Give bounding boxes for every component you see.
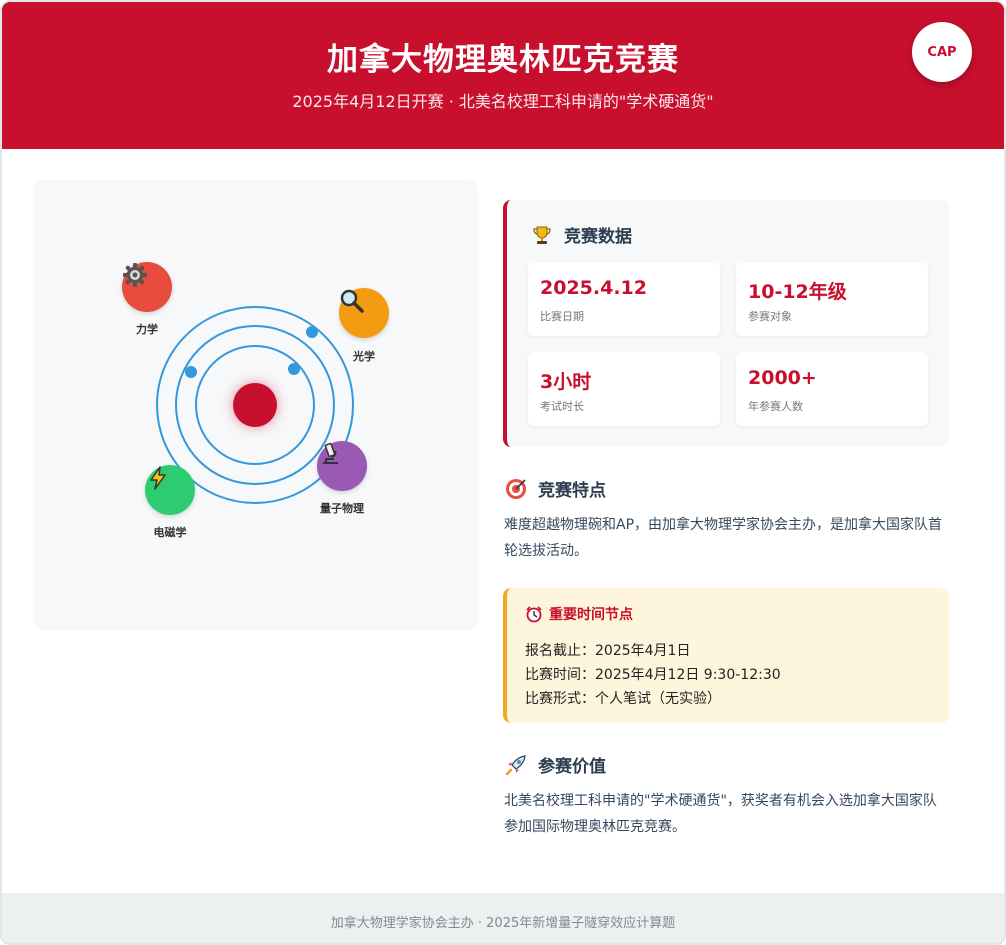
timeline-panel: 重要时间节点 报名截止：2025年4月1日 比赛时间：2025年4月12日 9:… xyxy=(503,588,949,723)
cap-logo-badge: CAP xyxy=(912,22,972,82)
stat-card-grade: 10-12年级 参赛对象 xyxy=(736,262,928,336)
electron xyxy=(288,363,300,375)
stat-value: 3小时 xyxy=(540,371,592,393)
electromagnetism-label: 电磁学 xyxy=(153,526,187,539)
timeline-row: 报名截止：2025年4月1日 xyxy=(525,643,691,659)
quantum-label: 量子物理 xyxy=(320,502,364,515)
nucleus xyxy=(233,383,277,427)
electron xyxy=(306,326,318,338)
microscope-icon xyxy=(323,442,338,464)
features-title: 竞赛特点 xyxy=(538,481,606,501)
page-frame: 加拿大物理奥林匹克竞赛 2025年4月12日开赛 · 北美名校理工科申请的"学术… xyxy=(0,0,1006,945)
stats-title: 竞赛数据 xyxy=(564,227,632,247)
page-subtitle: 2025年4月12日开赛 · 北美名校理工科申请的"学术硬通货" xyxy=(292,92,714,111)
magnifier-icon xyxy=(340,289,364,313)
optics-node xyxy=(339,288,389,338)
optics-label: 光学 xyxy=(353,350,375,363)
stat-value: 10-12年级 xyxy=(748,281,847,303)
mechanics-label: 力学 xyxy=(136,323,158,336)
trophy-icon xyxy=(530,223,554,247)
stat-label: 考试时长 xyxy=(540,400,584,413)
page-title: 加拿大物理奥林匹克竞赛 xyxy=(327,42,679,78)
value-text: 北美名校理工科申请的"学术硬通货"，获奖者有机会入选加拿大国家队参加国际物理奥林… xyxy=(504,793,937,835)
timeline-heading: 重要时间节点 xyxy=(525,604,633,624)
rocket-icon xyxy=(504,753,528,777)
value-title: 参赛价值 xyxy=(538,757,606,777)
stat-value: 2000+ xyxy=(748,367,817,389)
stat-label: 年参赛人数 xyxy=(748,400,803,413)
stat-value: 2025.4.12 xyxy=(540,277,647,299)
stat-label: 比赛日期 xyxy=(540,310,584,323)
gear-icon xyxy=(123,263,147,287)
electromagnetism-node xyxy=(145,465,195,515)
features-text: 难度超越物理碗和AP，由加拿大物理学家协会主办，是加拿大国家队首轮选拔活动。 xyxy=(504,517,943,559)
target-icon xyxy=(504,477,528,501)
physics-atom-diagram: 力学 光学 量子物理 电磁学 xyxy=(33,180,478,630)
atom-orbits xyxy=(156,306,354,504)
stat-card-duration: 3小时 考试时长 xyxy=(528,352,720,426)
stat-label: 参赛对象 xyxy=(748,310,792,323)
quantum-node xyxy=(317,441,367,491)
timeline-row: 比赛形式：个人笔试（无实验） xyxy=(525,691,721,707)
timeline-title: 重要时间节点 xyxy=(549,607,633,623)
competition-stats-panel: 竞赛数据 2025.4.12 比赛日期 10-12年级 参赛对象 3小时 考试时… xyxy=(503,200,949,447)
stat-card-date: 2025.4.12 比赛日期 xyxy=(528,262,720,336)
footer: 加拿大物理学家协会主办 · 2025年新增量子隧穿效应计算题 xyxy=(2,893,1004,943)
timeline-row: 比赛时间：2025年4月12日 9:30-12:30 xyxy=(525,667,781,683)
alarm-clock-icon xyxy=(525,605,543,623)
electron xyxy=(185,366,197,378)
mechanics-node xyxy=(122,262,172,312)
value-heading: 参赛价值 xyxy=(504,752,606,777)
stats-heading: 竞赛数据 xyxy=(530,222,632,247)
lightning-icon xyxy=(150,466,166,490)
features-heading: 竞赛特点 xyxy=(504,476,606,501)
stat-card-participants: 2000+ 年参赛人数 xyxy=(736,352,928,426)
header-banner: 加拿大物理奥林匹克竞赛 2025年4月12日开赛 · 北美名校理工科申请的"学术… xyxy=(2,2,1004,149)
